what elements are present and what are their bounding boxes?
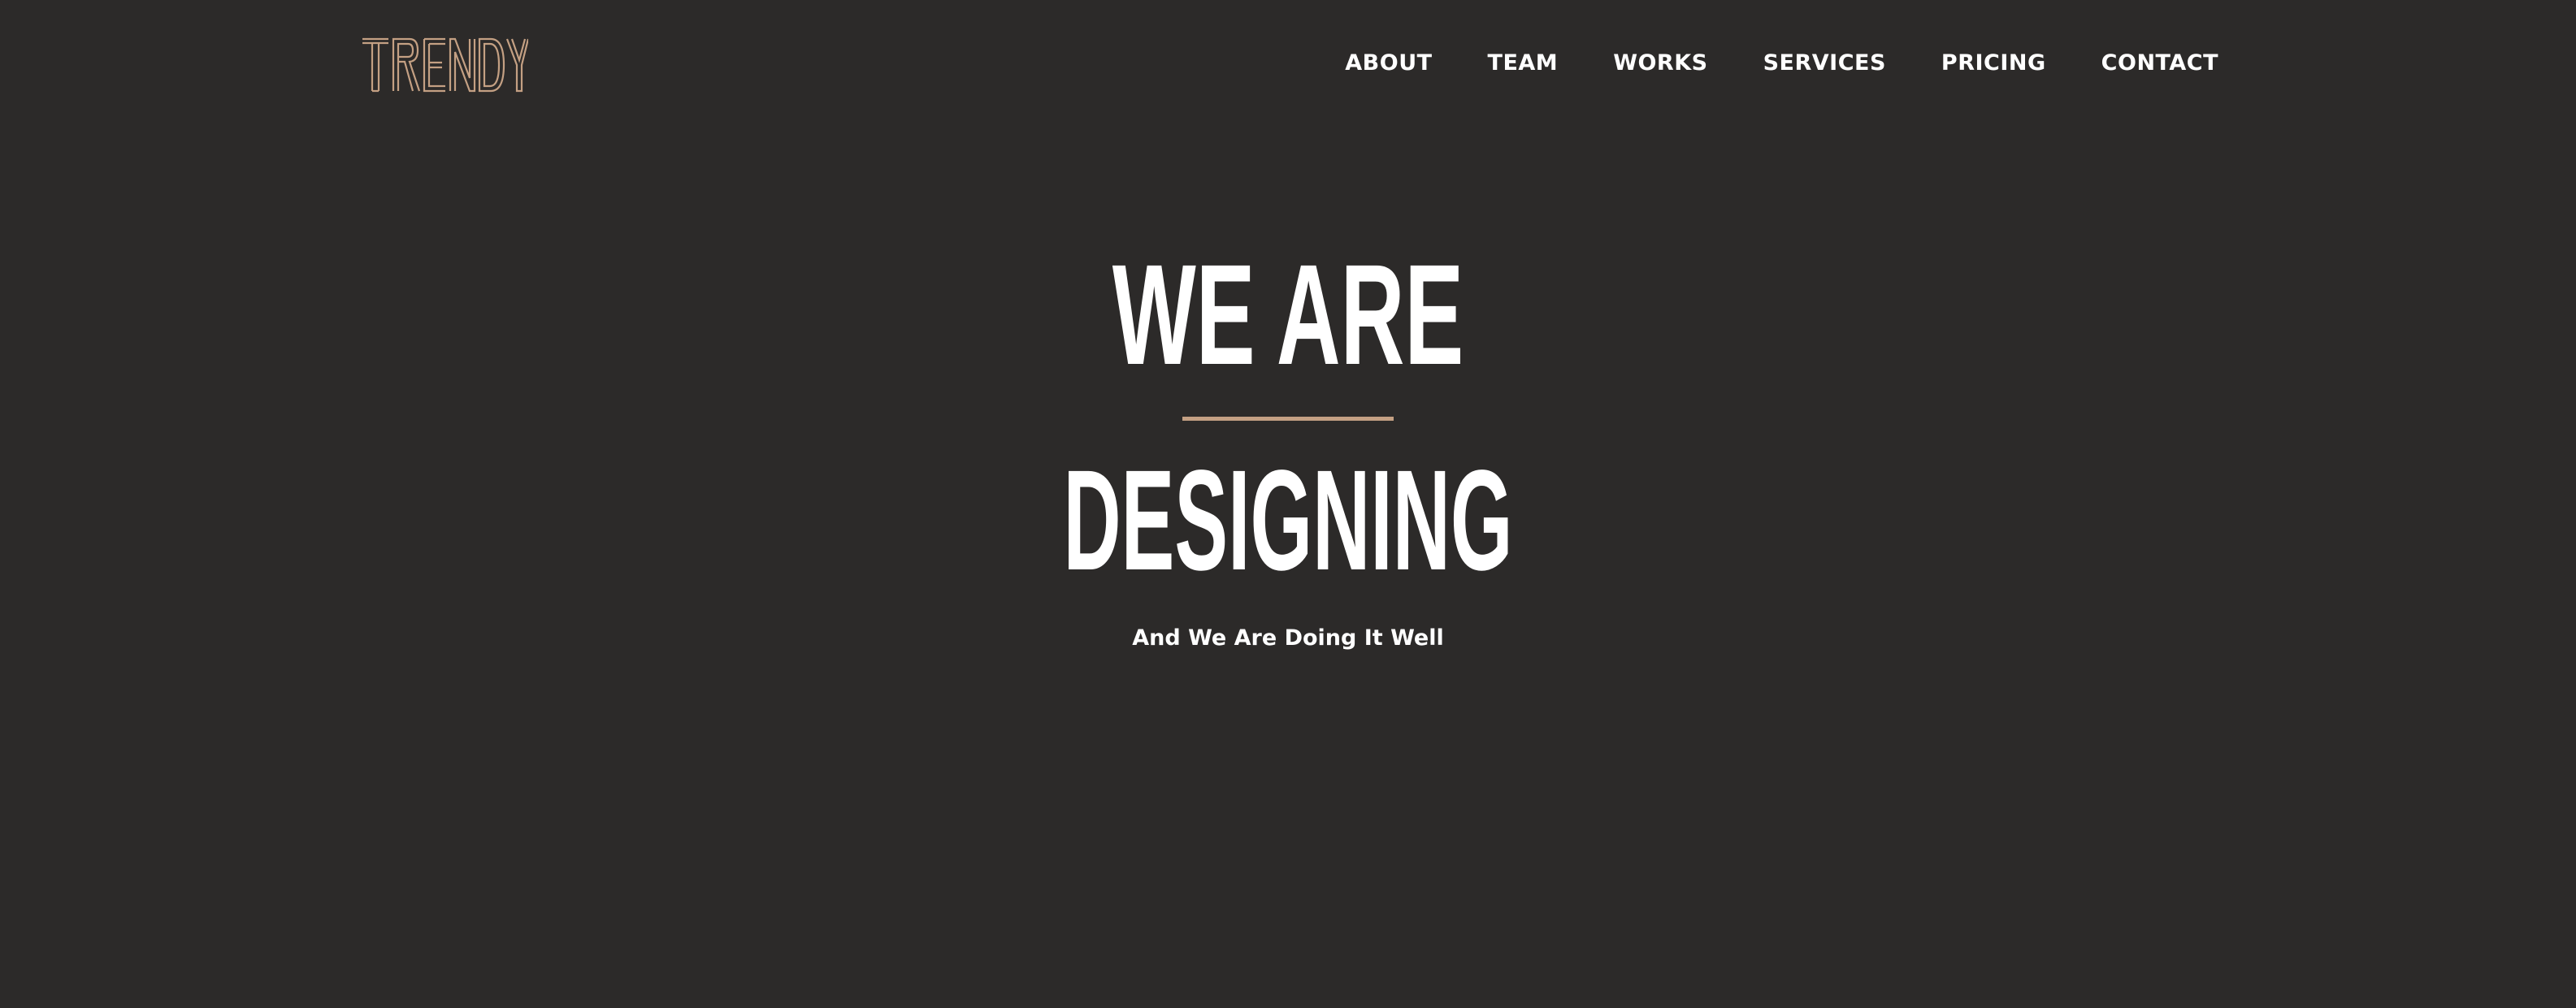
hero-headline-top: WE ARE bbox=[1112, 236, 1464, 395]
hero-tagline: And We Are Doing It Well bbox=[1132, 625, 1444, 651]
hero-headline-bottom: DESIGNING bbox=[1063, 441, 1513, 600]
hero-section: WE ARE DESIGNING And We Are Doing It Wel… bbox=[0, 0, 2576, 1008]
hero-divider bbox=[1182, 417, 1394, 421]
